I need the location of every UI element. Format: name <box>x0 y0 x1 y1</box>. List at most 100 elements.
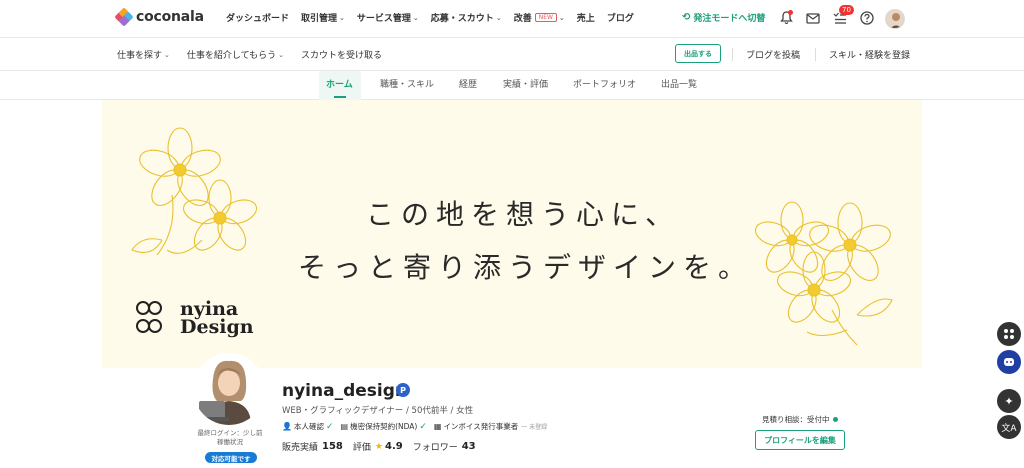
coconala-logo-icon <box>114 7 134 27</box>
verification-list: 👤 本人確認 ✓ ▤ 機密保持契約(NDA) ✓ ▦ インボイス発行事業者 一 … <box>282 421 554 432</box>
nav-label: ダッシュボード <box>226 14 290 24</box>
active-tab-indicator <box>334 96 346 98</box>
main-nav: ダッシュボード 取引管理 ⌄ サービス管理 ⌄ 応募・スカウト ⌄ 改善 NEW ⌄ 売上… <box>226 11 646 24</box>
translate-icon[interactable]: 文A <box>997 415 1021 439</box>
last-login-info: 最終ログイン：少し前 稼働状況 <box>195 429 265 447</box>
person-icon: 👤 <box>282 422 292 431</box>
divider <box>815 48 816 61</box>
new-badge: NEW <box>534 13 557 22</box>
switch-icon: ⟲ <box>682 12 691 23</box>
brand-flower-mark-icon <box>136 301 162 333</box>
availability-badge: 対応可能です <box>205 452 257 463</box>
logo-text: coconala <box>136 9 204 25</box>
chevron-down-icon: ⌄ <box>278 50 285 59</box>
subnav-left: 仕事を探す ⌄ 仕事を紹介してもらう ⌄ スカウトを受け取る <box>117 48 399 62</box>
username: nyina_design <box>282 381 408 401</box>
user-avatar[interactable] <box>885 9 905 29</box>
mail-icon[interactable] <box>805 10 821 26</box>
nav-label: ブログ <box>606 14 634 24</box>
todo-list-icon[interactable]: 70 <box>832 5 854 26</box>
sales-value: 158 <box>322 441 343 452</box>
banner-tagline-line1: この地を想う心に、 <box>366 198 681 231</box>
nav-blog[interactable]: ブログ <box>607 11 634 24</box>
invoice-label: インボイス発行事業者 <box>443 422 519 431</box>
find-work-dropdown[interactable]: 仕事を探す ⌄ <box>117 48 170 62</box>
profile-banner: この地を想う心に、 そっと寄り添うデザインを。 nyina Design <box>102 100 922 368</box>
notification-bell-icon[interactable] <box>778 10 794 26</box>
nav-transactions[interactable]: 取引管理 ⌄ <box>301 11 345 25</box>
rating-label: 評価 <box>352 443 371 453</box>
post-service-button[interactable]: 出品する <box>675 44 721 63</box>
star-icon: ★ <box>374 441 383 452</box>
introduce-work-dropdown[interactable]: 仕事を紹介してもらう ⌄ <box>186 48 285 62</box>
tab-portfolio[interactable]: ポートフォリオ <box>573 77 636 90</box>
nav-applications[interactable]: 応募・スカウト ⌄ <box>430 11 502 25</box>
tab-services[interactable]: 出品一覧 <box>661 77 697 90</box>
help-icon[interactable] <box>859 10 875 26</box>
top-navbar: coconala ダッシュボード 取引管理 ⌄ サービス管理 ⌄ 応募・スカウト ⌄ … <box>0 0 1024 38</box>
chat-assistant-icon[interactable] <box>997 350 1021 374</box>
switch-mode-link[interactable]: ⟲ 発注モードへ切替 <box>682 11 765 24</box>
coconala-logo[interactable]: coconala <box>114 7 204 27</box>
chevron-down-icon: ⌄ <box>495 13 502 22</box>
followers-label[interactable]: フォロワー <box>413 440 458 453</box>
banner-tagline-line2: そっと寄り添うデザインを。 <box>298 251 754 284</box>
edit-profile-button[interactable]: プロフィールを編集 <box>755 430 845 450</box>
nav-sales[interactable]: 売上 <box>577 11 595 24</box>
banner-brand-logo: nyina Design <box>132 298 254 338</box>
tab-skills[interactable]: 職種・スキル <box>380 77 434 90</box>
switch-mode-label: 発注モードへ切替 <box>693 14 766 24</box>
status-label: 稼働状況 <box>217 438 243 446</box>
check-icon: ✓ <box>419 421 427 432</box>
pro-badge-icon: P <box>396 383 410 397</box>
profile-subtitle: WEB・グラフィックデザイナー / 50代前半 / 女性 <box>282 406 474 416</box>
find-work-label: 仕事を探す <box>117 51 163 61</box>
nda-label: 機密保持契約(NDA) <box>350 422 418 431</box>
chevron-down-icon: ⌄ <box>164 50 170 59</box>
invoice-icon: ▦ <box>433 422 442 431</box>
profile-tabs: ホーム 職種・スキル 経歴 実績・評価 ポートフォリオ 出品一覧 <box>0 71 1024 100</box>
profile-stats: 販売実績 158 評価 ★ 4.9 フォロワー 43 <box>282 440 486 453</box>
apps-grid-icon[interactable] <box>997 322 1021 346</box>
receive-scout-link[interactable]: スカウトを受け取る <box>301 48 382 61</box>
invoice-status-text: 一 未登録 <box>521 424 548 431</box>
nav-label: サービス管理 <box>356 14 411 24</box>
post-blog-link[interactable]: ブログを投稿 <box>746 48 800 61</box>
receive-scout-label: スカウトを受け取る <box>301 51 383 61</box>
sub-navbar: 仕事を探す ⌄ 仕事を紹介してもらう ⌄ スカウトを受け取る 出品する ブログを投稿… <box>0 38 1024 71</box>
nav-label: 改善 <box>513 14 532 24</box>
nav-improvement[interactable]: 改善 NEW ⌄ <box>514 11 565 24</box>
profile-avatar[interactable] <box>193 353 265 425</box>
chevron-down-icon: ⌄ <box>412 13 419 22</box>
nav-services[interactable]: サービス管理 ⌄ <box>356 11 419 25</box>
brand-name-line2: Design <box>180 316 254 338</box>
sales-label: 販売実績 <box>282 443 319 453</box>
invoice-status: ▦ インボイス発行事業者 一 未登録 <box>434 421 547 432</box>
chevron-down-icon: ⌄ <box>558 13 565 22</box>
notification-dot <box>788 10 793 15</box>
check-icon: ✓ <box>325 421 334 432</box>
document-icon: ▤ <box>340 422 349 431</box>
sparkle-ai-icon[interactable]: ✦ <box>997 389 1021 413</box>
identity-verified: 👤 本人確認 ✓ <box>282 421 334 432</box>
tab-achievements[interactable]: 実績・評価 <box>503 77 548 90</box>
todo-count-badge: 70 <box>839 5 854 15</box>
divider <box>732 48 733 61</box>
status-dot <box>832 417 838 422</box>
tab-career[interactable]: 経歴 <box>459 77 477 90</box>
estimate-text: 見積り相談：受付中 <box>762 415 830 424</box>
nav-label: 応募・スカウト <box>430 14 494 24</box>
last-login-text: 最終ログイン：少し前 <box>197 429 263 437</box>
chevron-down-icon: ⌄ <box>339 13 345 22</box>
nav-label: 取引管理 <box>301 14 338 24</box>
nav-dashboard[interactable]: ダッシュボード <box>226 11 289 24</box>
rating-value: 4.9 <box>384 441 403 452</box>
tab-home[interactable]: ホーム <box>326 77 353 90</box>
register-skill-link[interactable]: スキル・経験を登録 <box>829 48 910 61</box>
nda-verified: ▤ 機密保持契約(NDA) ✓ <box>341 421 427 432</box>
followers-value[interactable]: 43 <box>462 441 476 452</box>
identity-label: 本人確認 <box>293 422 324 431</box>
introduce-work-label: 仕事を紹介してもらう <box>186 51 277 61</box>
estimate-status: 見積り相談：受付中 <box>762 414 838 425</box>
nav-label: 売上 <box>576 14 595 24</box>
